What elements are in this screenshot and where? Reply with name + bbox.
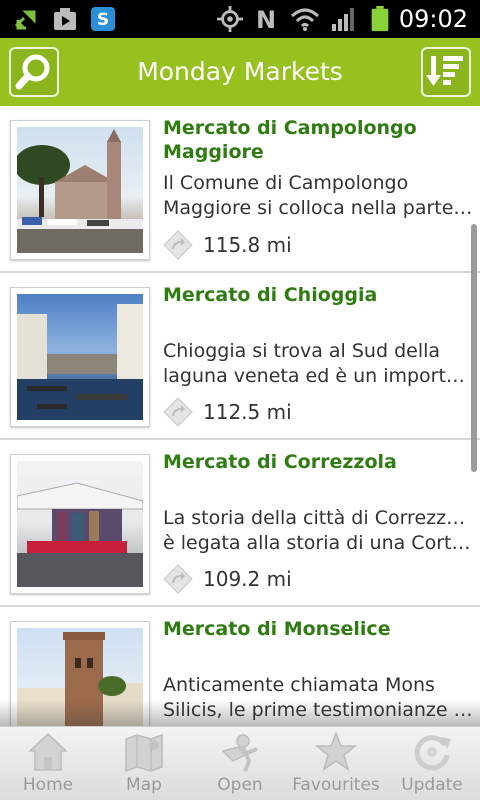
nav-update[interactable]: Update xyxy=(384,727,480,800)
market-thumbnail xyxy=(10,454,150,594)
open-sign-icon xyxy=(221,734,258,772)
media-play-icon xyxy=(54,8,76,30)
svg-text:N: N xyxy=(256,6,276,32)
distance-icon xyxy=(163,230,193,260)
home-icon xyxy=(28,732,68,771)
description-line: laguna veneta ed è un importan... xyxy=(163,365,473,387)
scrollbar[interactable] xyxy=(471,224,477,472)
tower-photo xyxy=(17,632,143,726)
distance-value: 109.2 mi xyxy=(203,567,292,591)
wifi-icon xyxy=(290,8,320,31)
distance-icon xyxy=(163,397,193,427)
market-title[interactable]: Mercato di Correzzola xyxy=(163,450,468,474)
description-line: Maggiore si colloca nella parte ... xyxy=(163,197,473,219)
nav-home[interactable]: Home xyxy=(0,727,96,800)
star-icon xyxy=(315,731,357,771)
nav-favourites[interactable]: Favourites xyxy=(288,727,384,800)
description-line: Il Comune di Campolongo xyxy=(163,172,409,194)
sort-list-icon xyxy=(426,56,463,86)
battery-icon xyxy=(371,6,389,32)
status-bar: S N 09:02 xyxy=(0,0,480,38)
market-title[interactable]: Mercato di Campolongo Maggiore xyxy=(163,116,468,164)
usb-debug-icon xyxy=(14,10,36,30)
market-description: Anticamente chiamata Mons Silicis, le pr… xyxy=(163,673,473,723)
market-description: La storia della città di Correzzola è le… xyxy=(163,506,473,556)
list-item[interactable]: Mercato di Campolongo Maggiore Il Comune… xyxy=(0,106,480,273)
market-stall-photo xyxy=(17,482,143,587)
page-title: Monday Markets xyxy=(137,57,343,86)
nfc-icon: N xyxy=(256,6,276,32)
nav-label: Update xyxy=(401,775,463,795)
market-title[interactable]: Mercato di Chioggia xyxy=(163,283,468,307)
list-item[interactable]: Mercato di Chioggia Chioggia si trova al… xyxy=(0,273,480,440)
description-line: Chioggia si trova al Sud della xyxy=(163,340,441,362)
svg-text:S: S xyxy=(97,10,109,30)
nav-open[interactable]: Open xyxy=(192,727,288,800)
description-line: Silicis, le prime testimonianze a... xyxy=(163,699,473,721)
market-description: Chioggia si trova al Sud della laguna ve… xyxy=(163,339,473,389)
list-item[interactable]: Mercato di Monselice Anticamente chiamat… xyxy=(0,607,480,726)
refresh-icon xyxy=(414,735,451,771)
nav-map[interactable]: Map xyxy=(96,727,192,800)
nav-label: Map xyxy=(126,775,162,795)
description-line: La storia della città di Correzzola xyxy=(163,507,473,529)
distance-value: 112.5 mi xyxy=(203,400,292,424)
map-icon xyxy=(125,733,163,773)
sort-button[interactable] xyxy=(421,47,471,97)
clock: 09:02 xyxy=(398,5,468,33)
canal-photo xyxy=(17,304,143,420)
market-thumbnail xyxy=(10,287,150,427)
nav-label: Favourites xyxy=(292,775,380,795)
signal-icon xyxy=(332,8,354,31)
market-title[interactable]: Mercato di Monselice xyxy=(163,617,468,641)
nav-label: Home xyxy=(22,775,74,795)
market-list[interactable]: Mercato di Campolongo Maggiore Il Comune… xyxy=(0,106,480,726)
distance-icon xyxy=(163,564,193,594)
action-bar: Monday Markets xyxy=(0,38,480,106)
distance-value: 115.8 mi xyxy=(203,233,292,257)
nav-label: Open xyxy=(217,775,263,795)
church-photo xyxy=(17,129,143,253)
market-thumbnail xyxy=(10,120,150,260)
description-line: è legata alla storia di una Corte ... xyxy=(163,532,473,554)
gps-icon xyxy=(217,6,243,32)
market-description: Il Comune di Campolongo Maggiore si coll… xyxy=(163,171,473,221)
description-line: Anticamente chiamata Mons xyxy=(163,674,435,696)
list-item[interactable]: Mercato di Correzzola La storia della ci… xyxy=(0,440,480,607)
skype-icon: S xyxy=(91,7,115,31)
market-thumbnail xyxy=(10,621,150,726)
bottom-nav: Home Map Open Favourites Update xyxy=(0,726,480,800)
